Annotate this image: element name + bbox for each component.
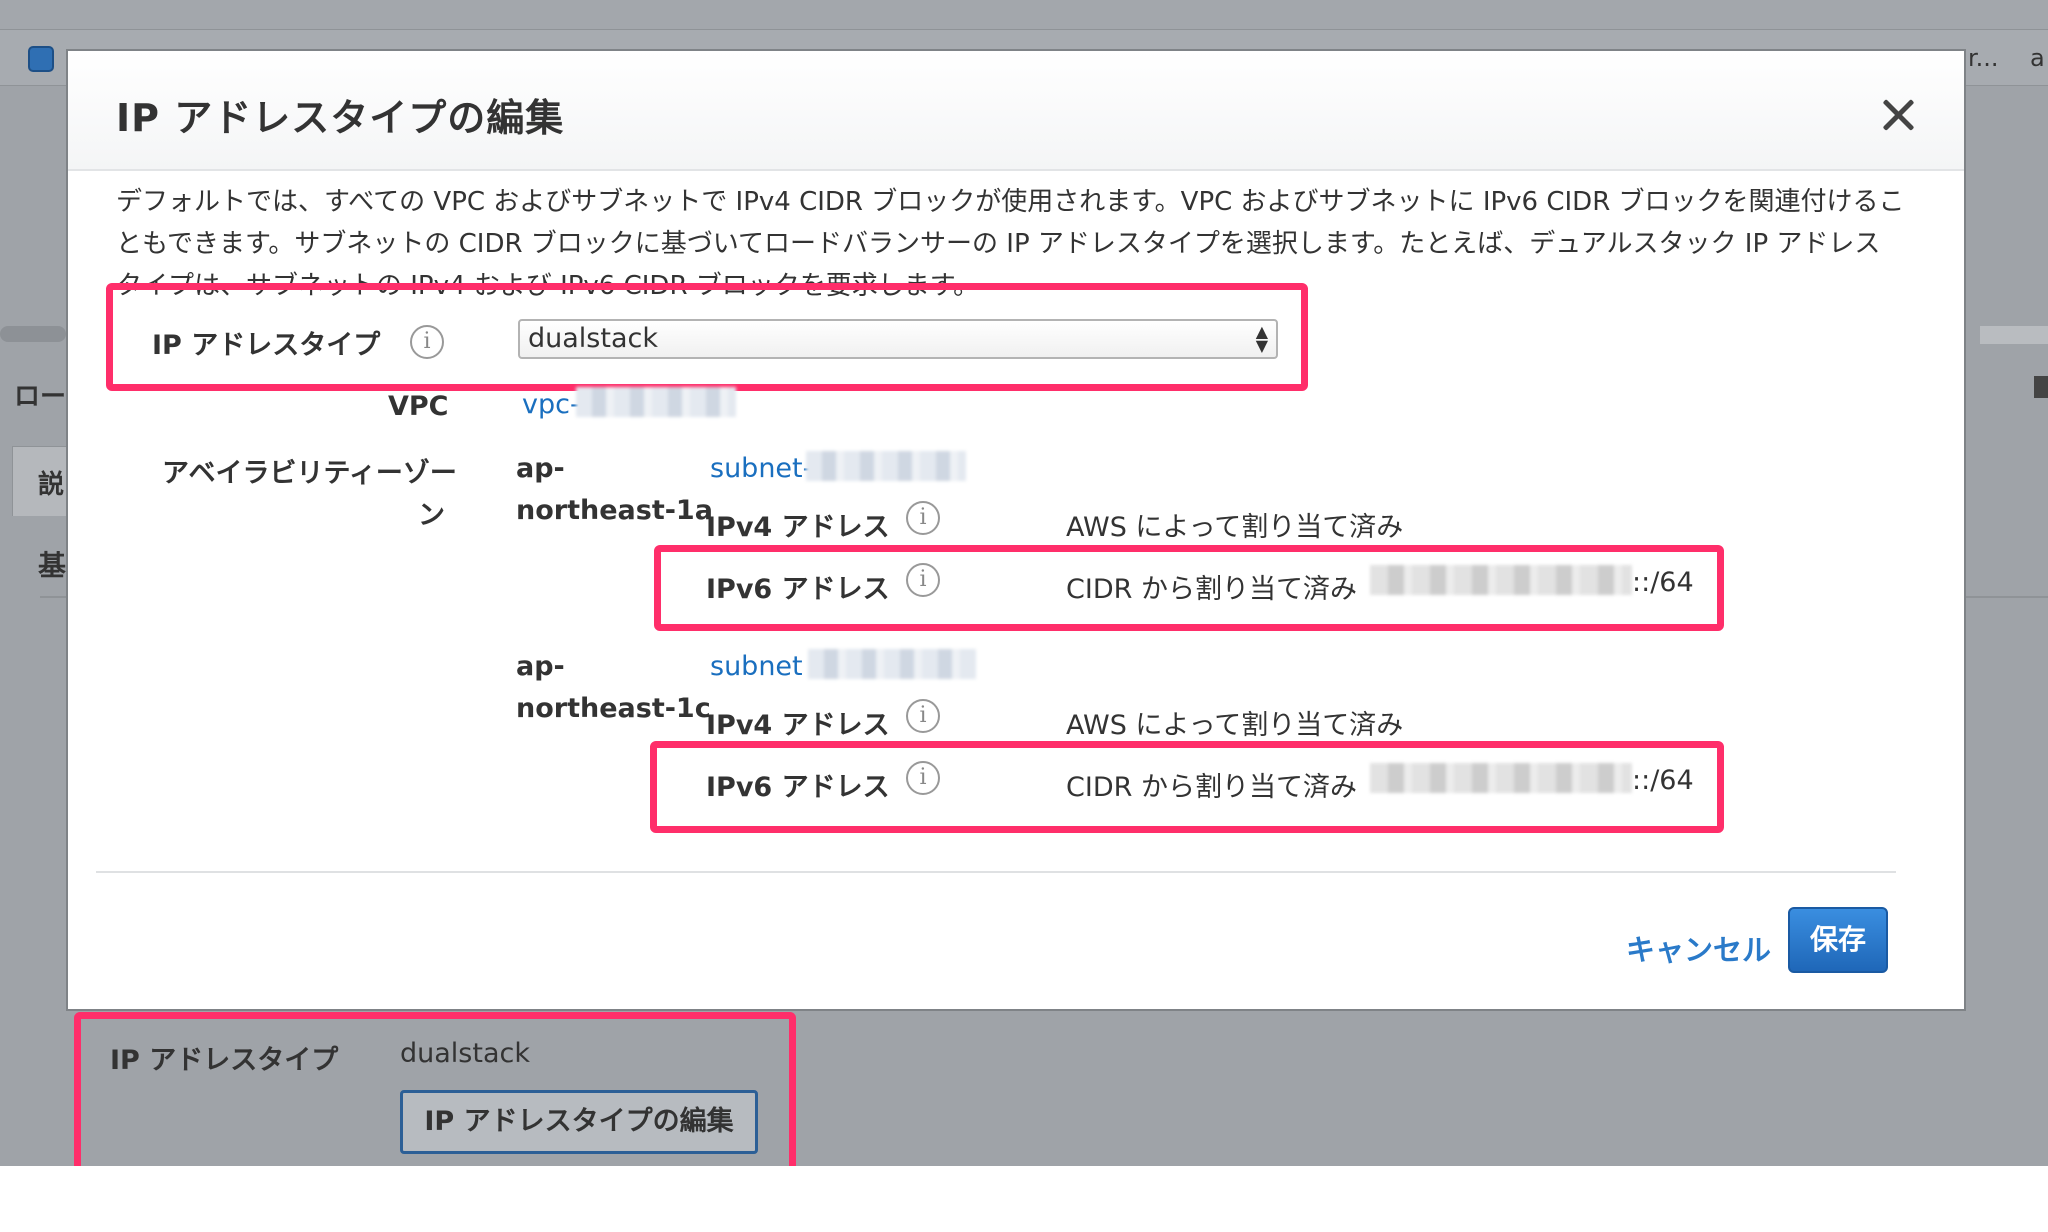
zone-2-subnet-link[interactable]: subnet xyxy=(710,651,803,682)
background-header-row xyxy=(0,0,2048,30)
page-footer-area xyxy=(0,1166,2048,1232)
zone-2-name-line2: northeast-1c xyxy=(516,693,711,724)
zone-2-ipv4-value: AWS によって割り当て済み xyxy=(1066,710,1404,741)
zone-1-name-line1: ap- xyxy=(516,453,565,484)
close-icon[interactable] xyxy=(1880,97,1916,133)
availability-zone-label-line1: アベイラビリティーゾー xyxy=(162,458,457,489)
basic-config-heading: 基 xyxy=(38,549,67,582)
vpc-label: VPC xyxy=(388,391,449,422)
horizontal-scrollbar[interactable] xyxy=(0,326,66,342)
zone-1-ipv4-value: AWS によって割り当て済み xyxy=(1066,512,1404,543)
info-icon[interactable]: i xyxy=(906,501,940,535)
vpc-link[interactable]: vpc- xyxy=(522,389,580,420)
row-checkbox[interactable] xyxy=(28,46,54,72)
tab-description-label: 説 xyxy=(38,470,65,500)
availability-zone-label-line2: ン xyxy=(418,500,445,531)
zone-1-ipv4-label: IPv4 アドレス xyxy=(706,512,890,543)
save-button[interactable]: 保存 xyxy=(1788,907,1888,973)
highlight-box-zone-1-ipv6 xyxy=(654,545,1724,631)
dialog-header: IP アドレスタイプの編集 xyxy=(68,51,1964,171)
dialog-footer-divider xyxy=(96,871,1896,873)
zone-2-name-line1: ap- xyxy=(516,651,565,682)
highlight-box-zone-2-ipv6 xyxy=(650,741,1724,833)
zone-1-subnet-link[interactable]: subnet- xyxy=(710,453,812,484)
dialog-title: IP アドレスタイプの編集 xyxy=(116,96,565,140)
truncated-cell-text-2: a xyxy=(2030,44,2045,72)
panel-splitter[interactable] xyxy=(1980,326,2048,344)
details-section-label: ロー xyxy=(14,382,67,412)
highlight-box-ip-type xyxy=(106,283,1308,391)
zone-1-name-line2: northeast-1a xyxy=(516,495,713,526)
cancel-button[interactable]: キャンセル xyxy=(1626,927,1771,969)
highlight-box-edit-field xyxy=(74,1012,796,1188)
info-icon[interactable]: i xyxy=(906,699,940,733)
panel-resize-icon[interactable] xyxy=(2034,376,2048,398)
edit-ip-address-type-dialog: IP アドレスタイプの編集 デフォルトでは、すべての VPC およびサブネットで… xyxy=(66,49,1966,1011)
redacted-subnet-id xyxy=(806,451,966,481)
redacted-subnet-id xyxy=(808,649,976,679)
zone-2-ipv4-label: IPv4 アドレス xyxy=(706,710,890,741)
redacted-vpc-id xyxy=(576,387,736,417)
truncated-cell-text: r... xyxy=(1968,44,1999,72)
